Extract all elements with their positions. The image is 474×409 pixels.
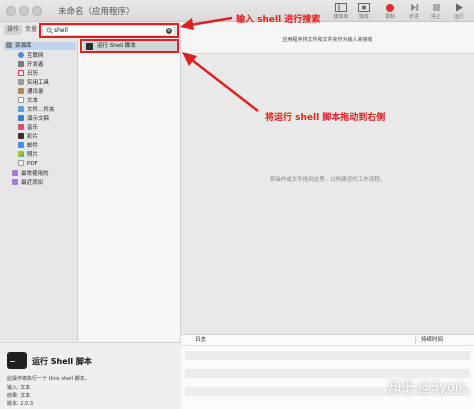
drag-arrowhead [182,52,197,66]
annotation-arrows [180,16,259,112]
watermark: 知乎 @3yolk [388,380,467,395]
drag-arrow [191,59,259,112]
search-arrow [189,16,233,27]
automator-window: 未命名（应用程序） 媒体库 媒体 录制 步进 停止 运行 操作 变量 shell… [0,0,474,409]
search-arrowhead [180,18,194,30]
